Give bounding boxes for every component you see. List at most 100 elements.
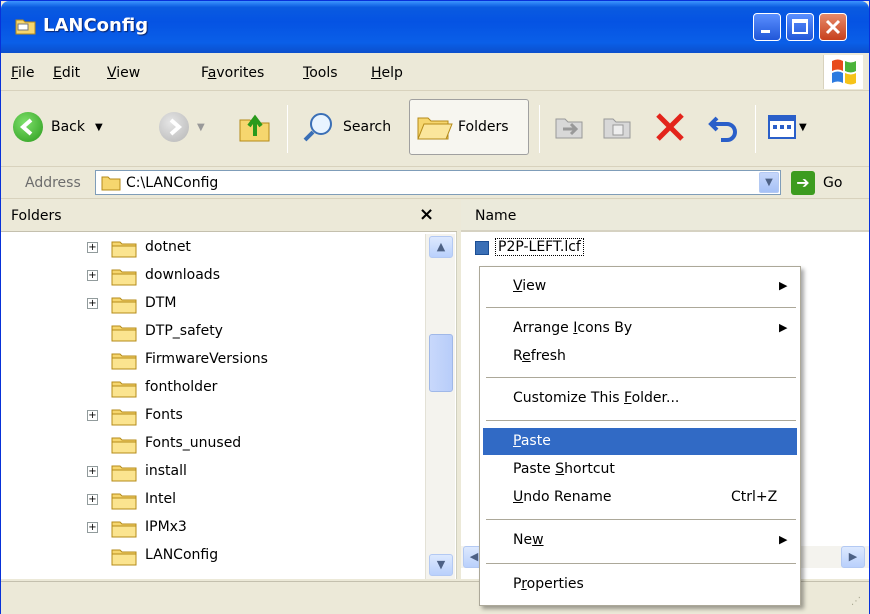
folder-icon [111,491,137,510]
back-button[interactable]: Back ▼ [13,104,103,150]
scroll-down-button[interactable]: ▼ [429,554,453,576]
chevron-down-icon[interactable]: ▼ [95,122,103,133]
close-button[interactable] [819,13,847,41]
folder-tree-item[interactable]: fontholder [1,374,425,402]
folder-tree-label: IPMx3 [145,519,187,535]
views-icon [768,115,796,139]
close-pane-button[interactable]: × [419,204,434,225]
folder-tree-item[interactable]: + DTM [1,290,425,318]
address-label: Address [25,175,81,191]
chevron-down-icon[interactable]: ▼ [197,122,205,133]
folder-icon [101,174,121,195]
menu-tools[interactable]: Tools [303,65,338,81]
menu-view[interactable]: View [107,65,140,81]
folders-pane-title: Folders [11,208,62,224]
folder-tree-label: Fonts [145,407,183,423]
address-input[interactable]: C:\LANConfig ▼ [95,170,781,195]
folder-tree-item[interactable]: + Intel [1,486,425,514]
expand-icon[interactable]: + [87,242,98,253]
expand-icon[interactable]: + [87,270,98,281]
delete-button[interactable] [653,104,687,150]
folder-tree-label: DTM [145,295,177,311]
folder-tree-label: downloads [145,267,220,283]
menu-edit[interactable]: Edit [53,65,80,81]
undo-icon [708,116,737,142]
views-button[interactable]: ▼ [767,104,807,150]
folder-tree-item[interactable]: Fonts_unused [1,430,425,458]
toolbar-separator [539,105,540,153]
folder-tree-item[interactable]: + dotnet [1,234,425,262]
undo-button[interactable] [707,104,741,150]
minimize-button[interactable] [753,13,781,41]
window-title: LANConfig [43,15,149,36]
expand-icon[interactable]: + [87,410,98,421]
resize-grip-icon[interactable]: ⋰ [851,596,865,610]
folders-scrollbar[interactable]: ▲ ▼ [425,234,455,579]
folder-icon [111,435,137,454]
scroll-right-button[interactable]: ▶ [841,546,865,568]
menu-item-view[interactable]: View ▶ [483,273,797,300]
back-icon [13,112,43,142]
menu-item-new[interactable]: New ▶ [483,527,797,554]
folder-tree-item[interactable]: LANConfig [1,542,425,570]
expand-icon[interactable]: + [87,298,98,309]
address-dropdown-button[interactable]: ▼ [759,172,779,193]
maximize-button[interactable] [786,13,814,41]
forward-button[interactable]: ▼ [159,104,205,150]
folder-tree-label: dotnet [145,239,191,255]
expand-icon[interactable]: + [87,494,98,505]
move-to-button[interactable] [553,104,585,150]
scrollbar-thumb[interactable] [429,334,453,392]
folders-button[interactable]: Folders [409,99,529,155]
expand-icon[interactable]: + [87,466,98,477]
folder-tree-item[interactable]: + install [1,458,425,486]
forward-icon [159,112,189,142]
folder-tree-label: Intel [145,491,176,507]
search-button[interactable]: Search [301,104,391,150]
expand-icon[interactable]: + [87,522,98,533]
folder-tree-item[interactable]: + downloads [1,262,425,290]
folder-icon [111,463,137,482]
up-button[interactable] [237,104,273,150]
menu-item-paste[interactable]: Paste [483,428,797,455]
menu-favorites[interactable]: Favorites [201,65,264,81]
search-icon [303,113,332,142]
title-bar[interactable]: LANConfig [1,1,869,53]
search-label: Search [343,119,392,135]
column-header-name[interactable]: Name [461,200,869,232]
folder-icon [111,295,137,314]
windows-logo-icon [823,55,863,89]
go-label[interactable]: Go [823,175,842,191]
menu-file[interactable]: File [11,65,34,81]
menu-item-undo-rename[interactable]: Undo Rename Ctrl+Z [483,484,797,511]
menu-help[interactable]: Help [371,65,403,81]
go-button[interactable]: ➔ [791,171,815,195]
menu-separator [486,519,796,520]
context-menu: View ▶ Arrange Icons By ▶ Refresh Custom… [479,266,801,606]
chevron-down-icon[interactable]: ▼ [799,122,807,133]
menu-item-refresh[interactable]: Refresh [483,343,797,370]
folder-tree-label: install [145,463,187,479]
back-label: Back [51,119,85,135]
folder-tree-item[interactable]: FirmwareVersions [1,346,425,374]
up-folder-icon [239,114,270,142]
folder-tree-item[interactable]: DTP_safety [1,318,425,346]
copy-to-button[interactable] [601,104,633,150]
folders-icon [417,117,453,140]
move-to-icon [555,118,583,139]
file-name: P2P-LEFT.lcf [495,238,584,256]
folders-pane: Folders × + dotnet + downloads + DTM DTP_safet… [1,200,457,579]
folder-tree-item[interactable]: + IPMx3 [1,514,425,542]
toolbar-separator [755,105,756,153]
folder-icon [111,239,137,258]
menu-item-arrange-icons-by[interactable]: Arrange Icons By ▶ [483,315,797,342]
menu-item-paste-shortcut[interactable]: Paste Shortcut [483,456,797,483]
menu-item-customize-folder[interactable]: Customize This Folder... [483,385,797,412]
folder-icon [111,351,137,370]
copy-to-icon [603,118,631,139]
menu-item-properties[interactable]: Properties [483,571,797,598]
folder-tree-item[interactable]: + Fonts [1,402,425,430]
scroll-up-button[interactable]: ▲ [429,236,453,258]
explorer-window: LANConfig File Edit View Favorites Tools… [0,0,870,614]
folder-icon [111,323,137,342]
